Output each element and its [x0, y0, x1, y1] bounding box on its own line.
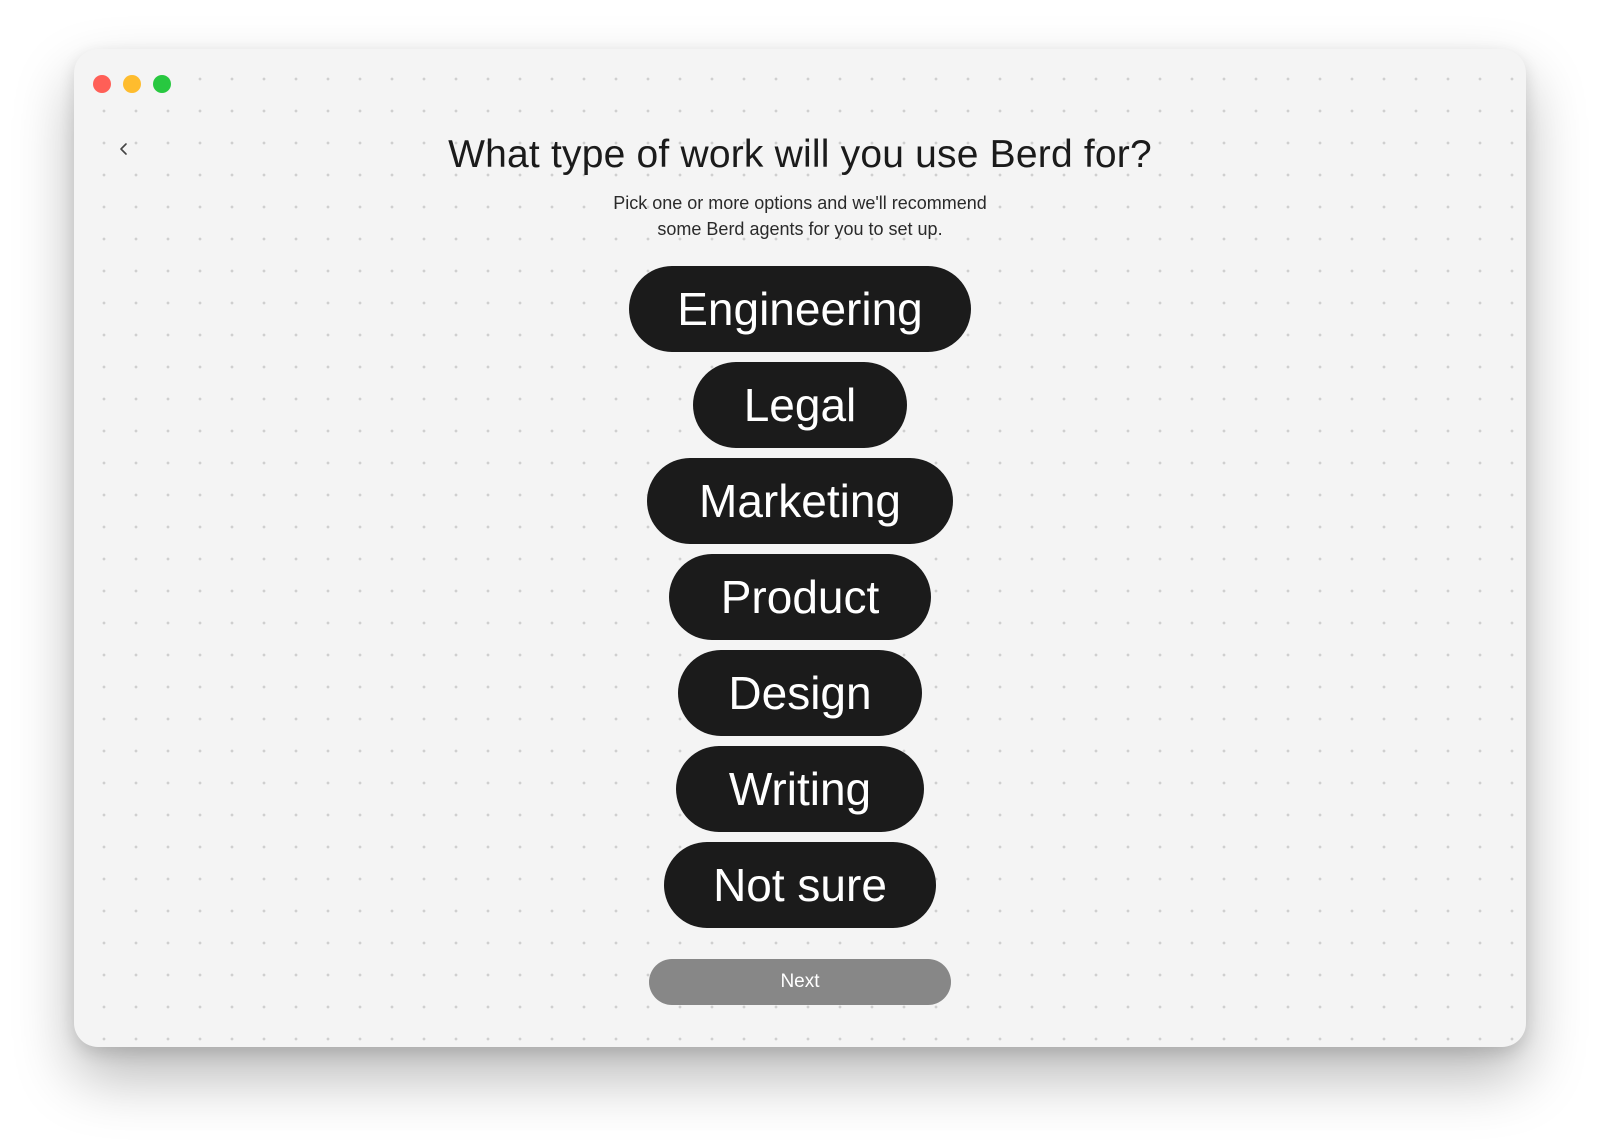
option-marketing[interactable]: Marketing	[647, 458, 953, 544]
subtitle-line-2: some Berd agents for you to set up.	[657, 219, 943, 239]
window-controls	[93, 75, 171, 93]
minimize-button[interactable]	[123, 75, 141, 93]
page-subtitle: Pick one or more options and we'll recom…	[74, 190, 1526, 242]
option-product[interactable]: Product	[669, 554, 931, 640]
subtitle-line-1: Pick one or more options and we'll recom…	[613, 193, 987, 213]
next-button[interactable]: Next	[649, 959, 951, 1005]
option-engineering[interactable]: Engineering	[629, 266, 971, 352]
page-title: What type of work will you use Berd for?	[448, 133, 1152, 176]
option-writing[interactable]: Writing	[676, 746, 924, 832]
zoom-button[interactable]	[153, 75, 171, 93]
close-button[interactable]	[93, 75, 111, 93]
option-legal[interactable]: Legal	[693, 362, 907, 448]
option-design[interactable]: Design	[678, 650, 922, 736]
option-not-sure[interactable]: Not sure	[664, 842, 936, 928]
work-type-options: Engineering Legal Marketing Product Desi…	[74, 266, 1526, 928]
app-window: What type of work will you use Berd for?…	[74, 49, 1526, 1047]
